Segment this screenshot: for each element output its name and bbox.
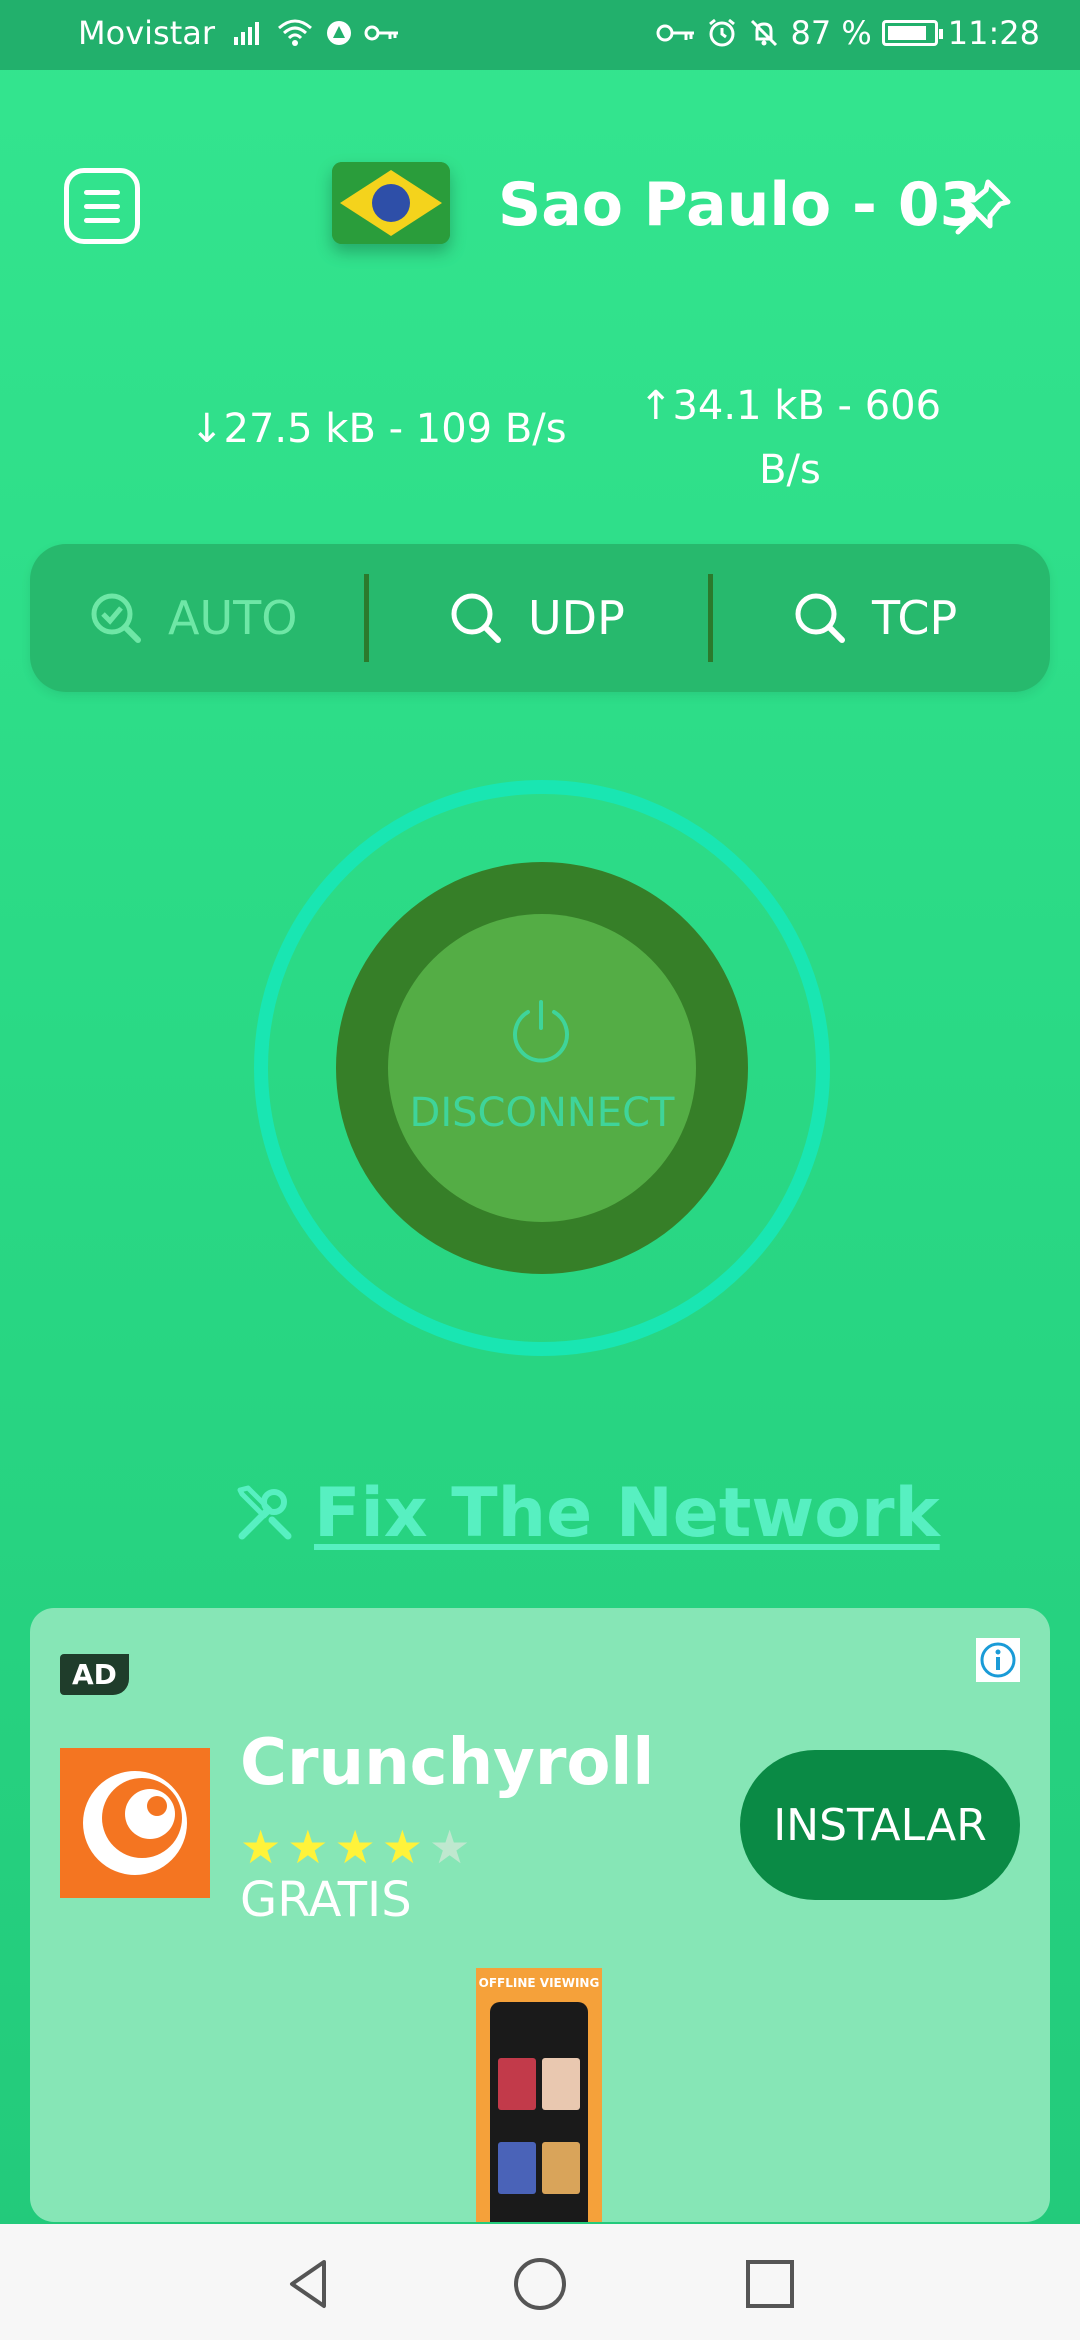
protocol-selector: AUTO UDP TCP xyxy=(30,544,1050,692)
signal-icon xyxy=(234,22,259,45)
alarm-icon xyxy=(709,18,736,47)
protocol-tcp[interactable]: TCP xyxy=(792,544,957,692)
upload-stats: ↑34.1 kB - 606 B/s xyxy=(638,383,942,493)
ad-price: GRATIS xyxy=(240,1872,412,1928)
pin-icon[interactable] xyxy=(950,176,1014,240)
home-icon[interactable] xyxy=(510,2254,570,2314)
vpn-key-icon xyxy=(364,25,398,41)
star-filled-icon: ★ xyxy=(287,1820,329,1874)
vpn-key-icon xyxy=(656,24,695,42)
search-check-icon xyxy=(91,593,141,643)
disconnect-button-inner[interactable] xyxy=(388,914,696,1222)
ad-screenshot[interactable]: OFFLINE VIEWING xyxy=(476,1968,602,2222)
star-filled-icon: ★ xyxy=(381,1820,423,1874)
disconnect-label[interactable]: DISCONNECT xyxy=(388,1090,696,1136)
battery-icon xyxy=(881,20,943,46)
data-saver-icon xyxy=(327,21,351,45)
protocol-udp-label: UDP xyxy=(528,591,625,645)
brazil-flag[interactable] xyxy=(332,162,450,244)
star-empty-icon: ★ xyxy=(429,1820,471,1874)
ad-info-icon[interactable] xyxy=(976,1638,1020,1682)
star-filled-icon: ★ xyxy=(334,1820,376,1874)
divider xyxy=(708,574,713,662)
crunchyroll-logo[interactable] xyxy=(60,1748,210,1898)
star-filled-icon: ★ xyxy=(240,1820,282,1874)
recents-icon[interactable] xyxy=(740,2254,800,2314)
protocol-auto[interactable]: AUTO xyxy=(88,544,297,692)
tools-icon xyxy=(237,1485,292,1539)
protocol-tcp-label: TCP xyxy=(872,591,958,645)
server-name[interactable]: Sao Paulo - 03 xyxy=(498,170,981,240)
menu-button[interactable] xyxy=(64,168,140,244)
rating-stars: ★ ★ ★ ★ ★ xyxy=(240,1820,470,1874)
phone-mockup xyxy=(490,2002,588,2222)
ad-card[interactable]: AD Crunchyroll ★ ★ ★ ★ ★ GRATIS INSTALAR OFF… xyxy=(30,1608,1050,2222)
fix-network-label[interactable]: Fix The Network xyxy=(314,1474,940,1553)
ad-app-name[interactable]: Crunchyroll xyxy=(240,1726,654,1800)
download-stats: ↓27.5 kB - 109 B/s xyxy=(190,406,567,452)
ad-badge: AD xyxy=(60,1654,129,1695)
wifi-icon xyxy=(278,19,312,46)
search-icon xyxy=(795,593,845,643)
protocol-udp[interactable]: UDP xyxy=(448,544,625,692)
fix-network-link[interactable]: Fix The Network xyxy=(232,1474,940,1553)
status-bar: Movistar 87 % 11:28 xyxy=(0,0,1080,70)
power-icon xyxy=(513,1000,569,1063)
clock: 11:28 xyxy=(947,14,1040,52)
notifications-off-icon xyxy=(751,19,778,47)
carrier-label: Movistar xyxy=(78,14,215,52)
system-nav-bar xyxy=(0,2224,1080,2340)
protocol-auto-label: AUTO xyxy=(168,591,298,645)
menu-icon xyxy=(84,189,120,195)
ad-screenshot-caption: OFFLINE VIEWING xyxy=(478,1976,600,1990)
search-icon xyxy=(451,593,501,643)
install-button[interactable]: INSTALAR xyxy=(740,1750,1020,1900)
divider xyxy=(364,574,369,662)
battery-percent: 87 % xyxy=(790,14,872,52)
back-icon[interactable] xyxy=(280,2254,340,2314)
